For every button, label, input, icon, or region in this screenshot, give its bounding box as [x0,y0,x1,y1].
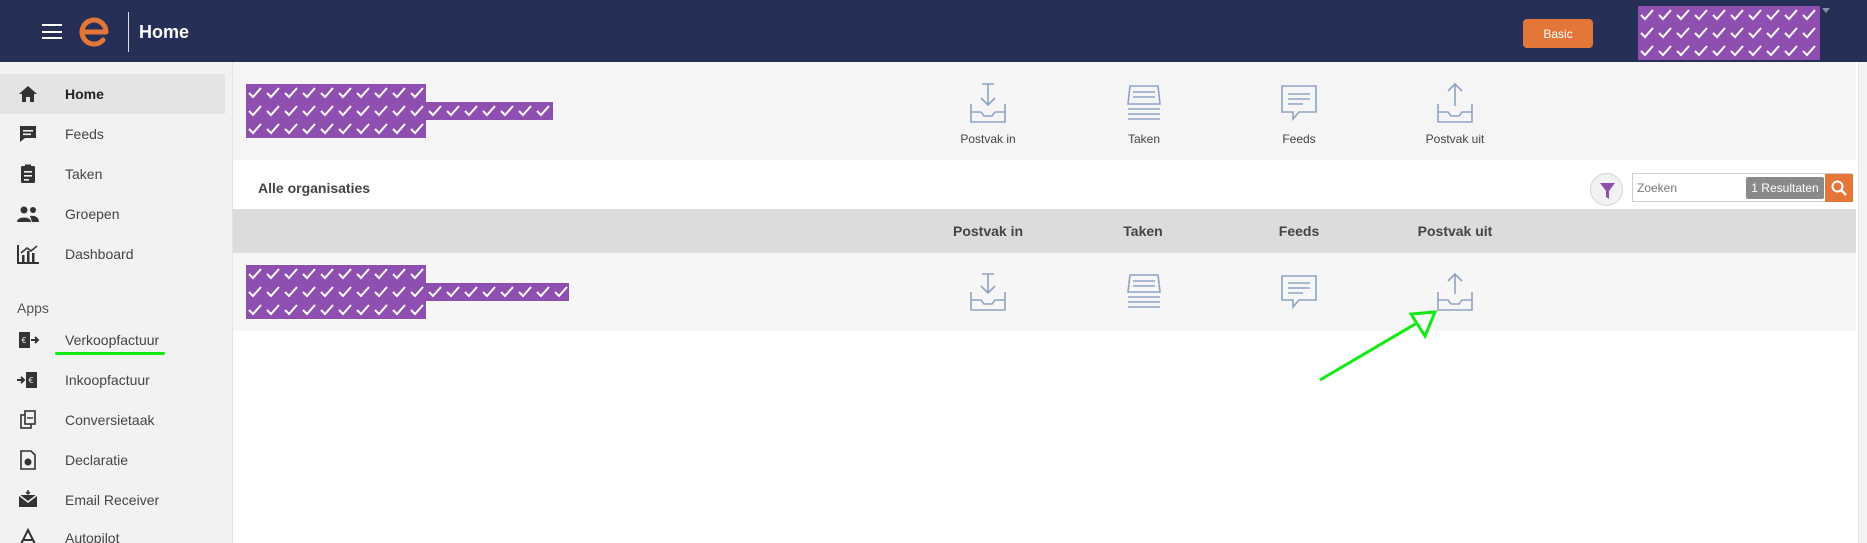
stat-label: Feeds [1282,132,1316,146]
invoice-in-icon: € [17,372,37,388]
table-header: Postvak in Taken Feeds Postvak uit [233,209,1856,253]
inbox-icon[interactable] [968,272,1008,312]
sidebar-item-label: Email Receiver [65,492,160,508]
chevron-down-icon[interactable] [1822,8,1830,13]
feed-icon [20,126,36,142]
speech-bubble-icon[interactable] [1279,272,1319,312]
apps-section-label: Apps [17,300,49,316]
invoice-out-icon: € [19,332,40,348]
column-header-feeds[interactable]: Feeds [1229,223,1369,239]
autopilot-icon [20,528,36,543]
user-menu[interactable] [1638,6,1820,60]
header-divider [128,12,129,52]
sidebar-item-label: Conversietaak [65,412,155,428]
sidebar-item-label: Verkoopfactuur [65,332,160,348]
funnel-icon [1600,183,1615,199]
plan-button[interactable]: Basic [1523,19,1593,48]
outbox-icon[interactable] [1435,272,1475,312]
search-input[interactable] [1637,177,1747,199]
sidebar-item-feeds[interactable]: Feeds [0,114,225,154]
sidebar-item-label: Groepen [65,206,120,222]
sidebar-item-label: Inkoopfactuur [65,372,150,388]
scrollbar[interactable] [1858,62,1867,543]
filter-button[interactable] [1590,173,1623,206]
column-header-postvak-uit[interactable]: Postvak uit [1385,223,1525,239]
stat-label: Taken [1127,132,1161,146]
annotation-underline [55,352,165,355]
sidebar-item-groepen[interactable]: Groepen [0,194,225,234]
stat-label: Postvak in [960,132,1016,146]
e-logo-icon[interactable] [76,14,112,50]
stat-feeds[interactable]: Feeds [1244,82,1354,146]
conversion-icon [20,410,36,429]
result-count-badge: 1 Resultaten [1746,177,1824,199]
home-icon [19,86,37,102]
sidebar-item-taken[interactable]: Taken [0,154,225,194]
sidebar-item-email-receiver[interactable]: Email Receiver [0,480,225,520]
stat-label: Postvak uit [1425,132,1485,146]
tasks-icon[interactable] [1124,272,1164,312]
stat-postvak-uit[interactable]: Postvak uit [1400,82,1510,146]
sidebar-item-label: Dashboard [65,246,134,262]
hamburger-icon[interactable] [42,24,62,39]
svg-text:€: € [29,376,34,385]
outbox-icon [1437,82,1473,123]
group-icon [17,206,39,222]
speech-bubble-icon [1281,85,1317,122]
sidebar-item-conversietaak[interactable]: Conversietaak [0,400,225,440]
sidebar-item-dashboard[interactable]: Dashboard [0,234,225,274]
sidebar-item-label: Declaratie [65,452,129,468]
search-box: 1 Resultaten [1632,173,1852,202]
sidebar-item-declaratie[interactable]: Declaratie [0,440,225,480]
top-bar: Home Basic [0,0,1867,62]
page-title: Home [139,22,190,42]
stat-taken[interactable]: Taken [1089,82,1199,146]
sidebar: Home Feeds Taken Groepen Dashboard Apps … [0,62,233,543]
sidebar-item-inkoopfactuur[interactable]: € Inkoopfactuur [0,360,225,400]
column-header-taken[interactable]: Taken [1073,223,1213,239]
inbox-icon [970,83,1006,123]
chart-icon [17,245,39,264]
clipboard-icon [21,164,35,183]
email-icon [18,490,38,507]
column-header-postvak-in[interactable]: Postvak in [918,223,1058,239]
search-button[interactable] [1825,174,1853,202]
svg-text:€: € [22,336,27,345]
organization-name[interactable] [246,84,553,138]
sidebar-item-label: Feeds [65,126,104,142]
sidebar-item-label: Taken [65,166,103,182]
list-title: Alle organisaties [258,180,371,196]
sidebar-item-autopilot[interactable]: Autopilot [0,518,225,543]
sidebar-item-home[interactable]: Home [0,74,225,114]
row-organization-name[interactable] [246,265,569,319]
tasks-icon [1127,85,1161,120]
stat-postvak-in[interactable]: Postvak in [933,82,1043,146]
sidebar-item-label: Autopilot [65,530,120,543]
sidebar-item-label: Home [65,86,104,102]
expense-icon [20,450,36,470]
search-icon [1831,180,1847,196]
